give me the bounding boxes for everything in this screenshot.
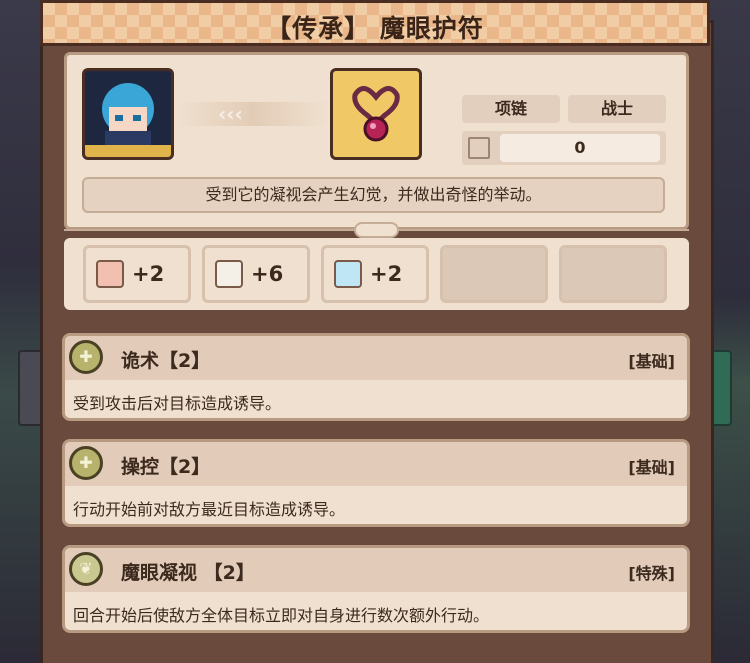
skill-description: 受到攻击后对目标造成诱导。 (73, 394, 282, 413)
portrait-frame-strip (85, 145, 171, 157)
slot-row: 0 (462, 131, 666, 165)
item-description: 受到它的凝视会产生幻觉，并做出奇怪的举动。 (82, 177, 665, 213)
stat-empty-slot (559, 245, 667, 303)
page-title: 【传承】 魔眼护符 (266, 14, 484, 43)
tag-necklace: 项链 (462, 95, 560, 123)
stat-value: +2 (132, 262, 165, 286)
skill-name: 操控【2】 (121, 456, 211, 478)
skill-description: 行动开始前对敌方最近目标造成诱导。 (73, 500, 346, 519)
skill-description: 回合开始后使敌方全体目标立即对自身进行数次额外行动。 (73, 606, 490, 625)
skill-card[interactable]: ✚ 诡术【2】 [基础] 受到攻击后对目标造成诱导。 (62, 333, 690, 421)
stat-value: +6 (251, 262, 284, 286)
stat-water: +2 (321, 245, 429, 303)
skill-rune-icon: ✚ (69, 446, 103, 480)
hero-portrait[interactable] (82, 68, 174, 160)
skill-type: [基础] (628, 352, 675, 371)
stat-strength: +2 (83, 245, 191, 303)
section-divider (64, 222, 689, 238)
title-banner: 【传承】 魔眼护符 (40, 0, 710, 46)
skill-card[interactable]: ✚ 操控【2】 [基础] 行动开始前对敌方最近目标造成诱导。 (62, 439, 690, 527)
stat-intelligence: +6 (202, 245, 310, 303)
skill-leaf-icon: ❦ (69, 552, 103, 586)
skill-name: 诡术【2】 (121, 350, 211, 372)
water-drop-icon (334, 260, 362, 288)
tag-warrior: 战士 (568, 95, 666, 123)
amulet-icon (352, 86, 400, 142)
stat-empty-slot (440, 245, 548, 303)
stat-value: +2 (370, 262, 403, 286)
skill-rune-icon: ✚ (69, 340, 103, 374)
skill-header: ✚ 操控【2】 [基础] (65, 442, 687, 486)
strength-fist-icon (96, 260, 124, 288)
background-right (710, 0, 750, 659)
transfer-arrows: ‹‹‹ (178, 102, 328, 126)
skill-card[interactable]: ❦ 魔眼凝视 【2】 [特殊] 回合开始后使敌方全体目标立即对自身进行数次额外行… (62, 545, 690, 633)
amulet-slot[interactable] (330, 68, 422, 160)
skill-name: 魔眼凝视 【2】 (121, 562, 255, 584)
slot-icon (468, 137, 490, 159)
skill-type: [基础] (628, 458, 675, 477)
background-left (0, 0, 40, 659)
skill-header: ❦ 魔眼凝视 【2】 [特殊] (65, 548, 687, 592)
skill-header: ✚ 诡术【2】 [基础] (65, 336, 687, 380)
slot-value: 0 (500, 134, 660, 162)
skill-type: [特殊] (628, 564, 675, 583)
book-icon (215, 260, 243, 288)
